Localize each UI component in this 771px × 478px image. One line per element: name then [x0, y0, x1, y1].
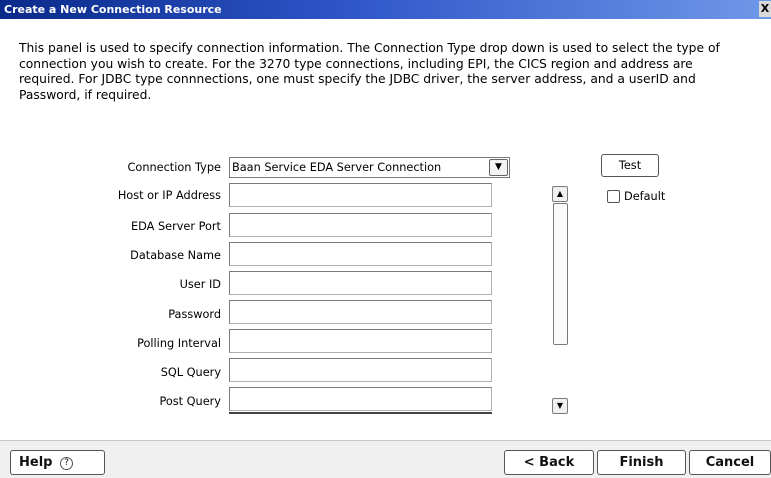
- window-title: Create a New Connection Resource: [4, 3, 222, 16]
- chevron-down-icon[interactable]: ▼: [552, 398, 568, 414]
- close-button[interactable]: X: [759, 1, 771, 17]
- polling-interval-input[interactable]: [229, 329, 492, 353]
- sql-query-input[interactable]: [229, 358, 492, 382]
- post-query-input[interactable]: [229, 387, 492, 411]
- back-button[interactable]: < Back: [504, 450, 594, 475]
- host-input[interactable]: [229, 183, 492, 207]
- title-bar: Create a New Connection Resource X: [0, 0, 771, 19]
- database-name-input[interactable]: [229, 242, 492, 266]
- help-circle-icon: ?: [60, 457, 73, 470]
- eda-port-input[interactable]: [229, 213, 492, 237]
- sql-query-label: SQL Query: [160, 366, 221, 379]
- default-checkbox-label: Default: [624, 190, 666, 203]
- host-label: Host or IP Address: [117, 189, 221, 202]
- connection-dialog: Create a New Connection Resource X This …: [0, 0, 771, 478]
- description-text: This panel is used to specify connection…: [19, 41, 720, 102]
- polling-interval-label: Polling Interval: [137, 337, 221, 350]
- password-input[interactable]: [229, 300, 492, 324]
- test-button[interactable]: Test: [601, 154, 659, 177]
- connection-type-value: Baan Service EDA Server Connection: [232, 161, 442, 174]
- cancel-button[interactable]: Cancel: [689, 450, 771, 475]
- user-id-label: User ID: [179, 278, 221, 291]
- default-checkbox[interactable]: [607, 190, 620, 203]
- user-id-input[interactable]: [229, 271, 492, 295]
- help-button-label: Help: [19, 455, 53, 470]
- chevron-up-icon[interactable]: ▲: [552, 186, 568, 202]
- scrollbar-thumb[interactable]: [553, 203, 568, 345]
- chevron-down-icon[interactable]: ▼: [489, 159, 508, 176]
- finish-button[interactable]: Finish: [597, 450, 686, 475]
- database-name-label: Database Name: [130, 249, 221, 262]
- clipped-field-edge: [229, 412, 492, 414]
- password-label: Password: [168, 308, 221, 321]
- eda-port-label: EDA Server Port: [131, 220, 221, 233]
- connection-type-select[interactable]: Baan Service EDA Server Connection ▼: [229, 157, 510, 178]
- connection-type-label: Connection Type: [127, 161, 221, 174]
- post-query-label: Post Query: [159, 395, 221, 408]
- help-button[interactable]: Help ?: [10, 450, 105, 475]
